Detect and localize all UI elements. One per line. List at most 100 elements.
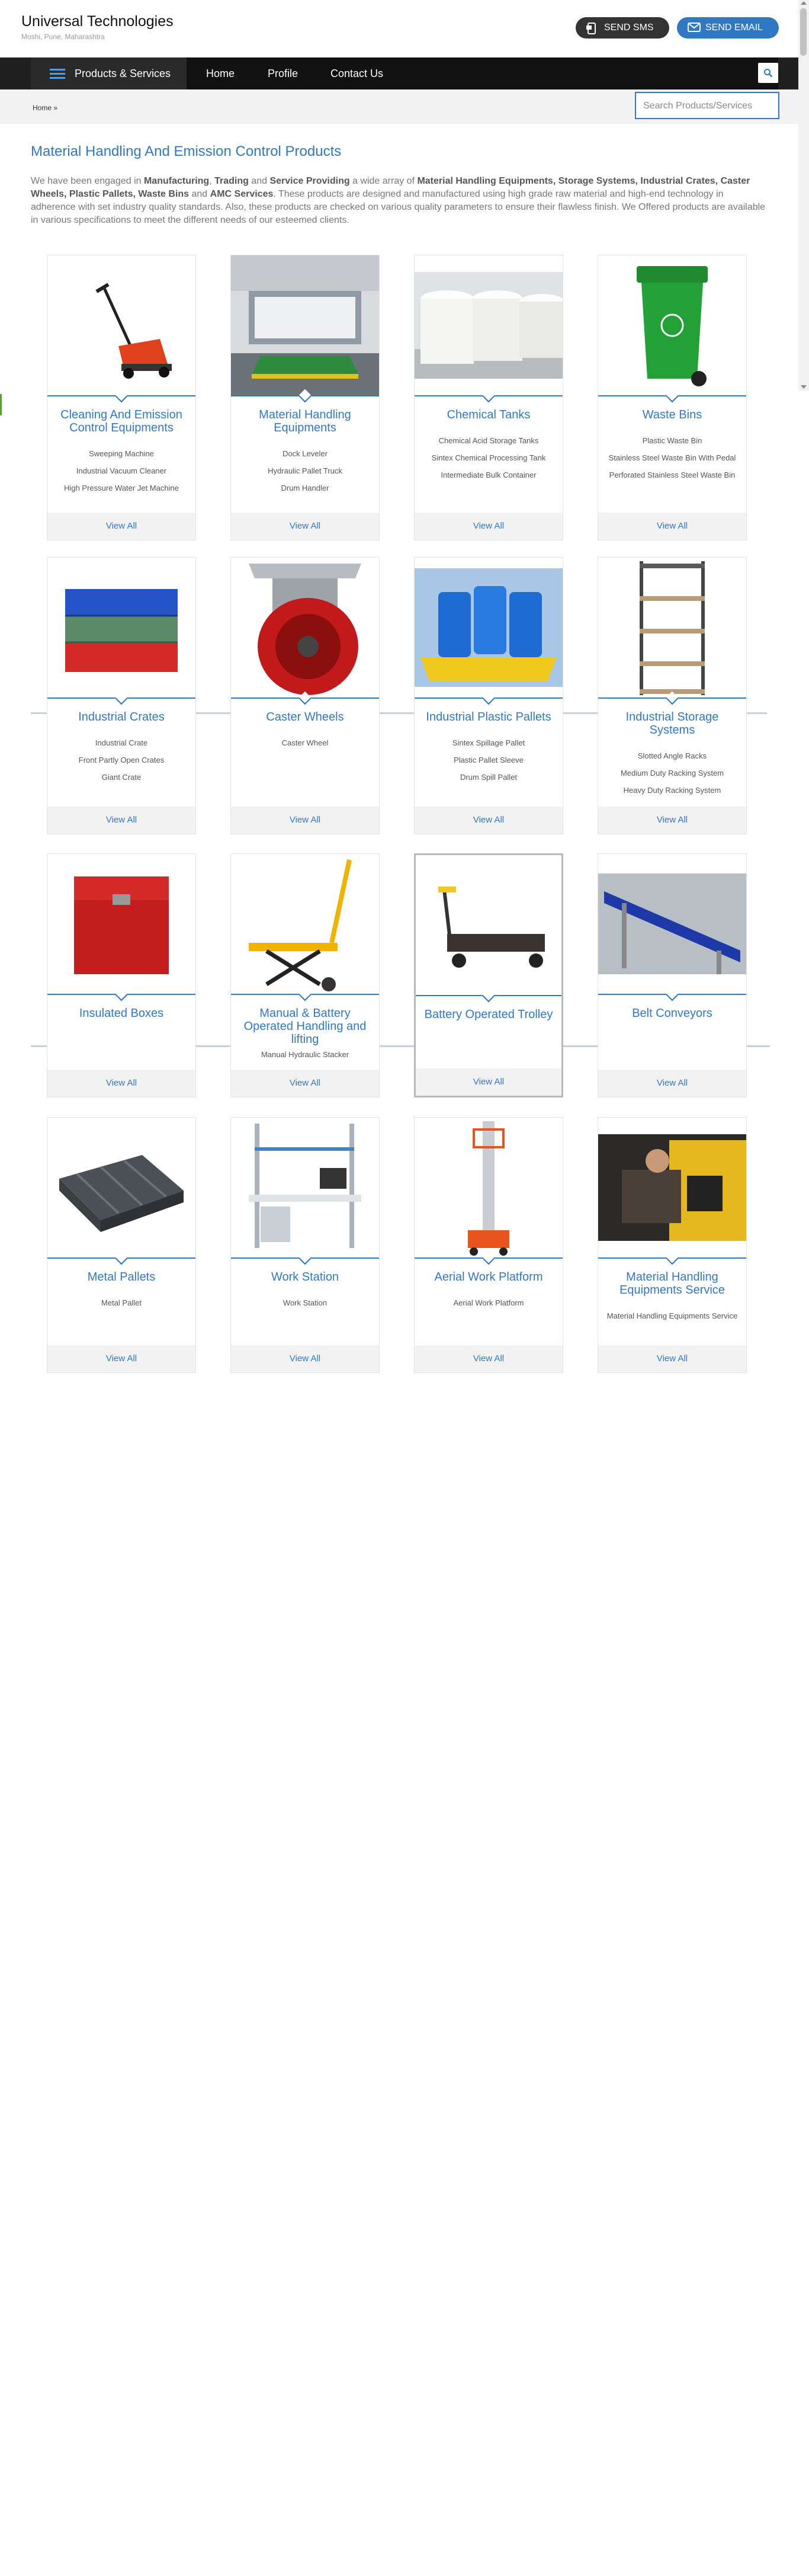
product-card[interactable]: Belt Conveyors View All — [598, 853, 747, 1097]
sub-product-link[interactable]: Stainless Steel Waste Bin With Pedal — [598, 449, 746, 466]
sub-product-link[interactable]: Heavy Duty Racking System — [598, 782, 746, 799]
trolley-image[interactable] — [416, 855, 561, 1003]
search-input[interactable] — [642, 100, 775, 112]
plastic-pallet-image[interactable] — [415, 558, 563, 705]
view-all-button[interactable]: View All — [598, 807, 746, 834]
sub-product-link[interactable]: Aerial Work Platform — [415, 1294, 563, 1311]
sub-product-link[interactable]: Metal Pallet — [47, 1294, 195, 1311]
hamburger-icon — [50, 66, 65, 81]
sub-product-link[interactable]: Giant Crate — [47, 769, 195, 786]
caster-wheel-image[interactable] — [231, 558, 379, 705]
sub-product-link[interactable]: Plastic Waste Bin — [598, 432, 746, 449]
side-marker — [0, 394, 2, 415]
sub-product-link[interactable]: Hydraulic Pallet Truck — [231, 462, 379, 479]
sub-product-link[interactable]: Sintex Spillage Pallet — [415, 734, 563, 751]
view-all-button[interactable]: View All — [598, 1070, 746, 1097]
sub-product-link[interactable]: Plastic Pallet Sleeve — [415, 751, 563, 769]
nav-home[interactable]: Home — [206, 57, 235, 89]
view-all-button[interactable]: View All — [598, 513, 746, 540]
view-all-button[interactable]: View All — [47, 513, 195, 540]
product-card[interactable]: Waste Bins Plastic Waste Bin Stainless S… — [598, 255, 747, 540]
dock-leveler-image[interactable] — [231, 255, 379, 403]
scroll-down-arrow-icon[interactable] — [801, 385, 807, 389]
insulated-box-image[interactable] — [47, 854, 195, 1001]
product-card[interactable]: Caster Wheels Caster Wheel View All — [230, 557, 380, 834]
sub-product-link[interactable]: Sintex Chemical Processing Tank — [415, 449, 563, 466]
page-scrollbar[interactable] — [798, 0, 809, 391]
workstation-image[interactable] — [231, 1118, 379, 1265]
view-all-button[interactable]: View All — [231, 807, 379, 834]
view-all-button[interactable]: View All — [598, 1345, 746, 1372]
scissor-lift-image[interactable] — [231, 854, 379, 1001]
sub-product-link[interactable]: Perforated Stainless Steel Waste Bin — [598, 466, 746, 484]
view-all-button[interactable]: View All — [231, 1070, 379, 1097]
sub-product-link[interactable]: Slotted Angle Racks — [598, 747, 746, 764]
product-card[interactable]: Material Handling Equipments Dock Levele… — [230, 255, 380, 540]
sub-product-link[interactable]: Dock Leveler — [231, 445, 379, 462]
nav-profile[interactable]: Profile — [268, 57, 298, 89]
scroll-up-arrow-icon[interactable] — [801, 1, 807, 5]
nav-contact-us[interactable]: Contact Us — [330, 57, 383, 89]
view-all-button[interactable]: View All — [415, 1345, 563, 1372]
product-card[interactable]: Chemical Tanks Chemical Acid Storage Tan… — [414, 255, 563, 540]
brand-name[interactable]: Universal Technologies — [21, 13, 174, 30]
aerial-platform-image[interactable] — [415, 1118, 563, 1265]
sub-product-link[interactable]: Industrial Vacuum Cleaner — [47, 462, 195, 479]
product-search[interactable] — [635, 92, 779, 119]
view-all-button[interactable]: View All — [415, 807, 563, 834]
service-image[interactable] — [598, 1118, 746, 1265]
send-email-button[interactable]: SEND EMAIL — [677, 17, 779, 39]
sub-product-link[interactable]: Industrial Crate — [47, 734, 195, 751]
brand[interactable]: Universal Technologies Moshi, Pune, Maha… — [21, 13, 174, 41]
sub-product-link[interactable]: Front Partly Open Crates — [47, 751, 195, 769]
product-card[interactable]: Manual & Battery Operated Handling and l… — [230, 853, 380, 1097]
product-card[interactable]: Battery Operated Trolley View All — [414, 853, 563, 1097]
product-card[interactable]: Aerial Work Platform Aerial Work Platfor… — [414, 1117, 563, 1373]
product-card[interactable]: Metal Pallets Metal Pallet View All — [47, 1117, 196, 1373]
sub-product-link[interactable]: Chemical Acid Storage Tanks — [415, 432, 563, 449]
waste-bin-image[interactable] — [598, 255, 746, 403]
sub-product-link[interactable]: Medium Duty Racking System — [598, 764, 746, 782]
sub-product-link[interactable]: Manual Hydraulic Stacker — [231, 1046, 379, 1063]
product-card[interactable]: Industrial Storage Systems Slotted Angle… — [598, 557, 747, 834]
sub-product-link[interactable]: Drum Handler — [231, 479, 379, 497]
sweeper-image[interactable] — [47, 255, 195, 403]
sub-product-link[interactable]: Material Handling Equipments Service — [598, 1307, 746, 1324]
metal-pallet-image[interactable] — [47, 1118, 195, 1265]
intro-paragraph: We have been engaged in Manufacturing, T… — [31, 176, 766, 225]
product-card[interactable]: Insulated Boxes View All — [47, 853, 196, 1097]
view-all-button[interactable]: View All — [47, 1070, 195, 1097]
product-card[interactable]: Industrial Plastic Pallets Sintex Spilla… — [414, 557, 563, 834]
product-title[interactable]: Manual & Battery Operated Handling and l… — [231, 995, 379, 1046]
nav-inner: Products & Services Home Profile Contact… — [31, 57, 778, 89]
product-card[interactable]: Industrial Crates Industrial Crate Front… — [47, 557, 196, 834]
product-card[interactable]: Cleaning And Emission Control Equipments… — [47, 255, 196, 540]
sub-product-link[interactable]: Caster Wheel — [231, 734, 379, 751]
view-all-button[interactable]: View All — [47, 1345, 195, 1372]
sub-product-link[interactable]: Intermediate Bulk Container — [415, 466, 563, 484]
sub-product-link[interactable]: Sweeping Machine — [47, 445, 195, 462]
sub-product-link[interactable]: Work Station — [231, 1294, 379, 1311]
nav-products-services[interactable]: Products & Services — [31, 57, 187, 89]
view-all-button[interactable]: View All — [231, 513, 379, 540]
product-card[interactable]: Material Handling Equipments Service Mat… — [598, 1117, 747, 1373]
scrollbar-thumb[interactable] — [800, 8, 807, 56]
email-icon — [688, 23, 701, 33]
page-title: Material Handling And Emission Control P… — [31, 143, 342, 159]
storage-rack-image[interactable] — [598, 558, 746, 705]
nav-products-label: Products & Services — [75, 67, 171, 79]
sub-product-link[interactable]: High Pressure Water Jet Machine — [47, 479, 195, 497]
conveyor-image[interactable] — [598, 854, 746, 1001]
sms-icon — [586, 23, 598, 34]
chemical-tank-image[interactable] — [415, 255, 563, 403]
view-all-button[interactable]: View All — [47, 807, 195, 834]
product-card[interactable]: Work Station Work Station View All — [230, 1117, 380, 1373]
crates-image[interactable] — [47, 558, 195, 705]
nav-search-button[interactable] — [758, 63, 778, 83]
breadcrumb-home[interactable]: Home » — [33, 104, 57, 112]
view-all-button[interactable]: View All — [415, 513, 563, 540]
send-sms-button[interactable]: SEND SMS — [576, 17, 669, 39]
view-all-button[interactable]: View All — [231, 1345, 379, 1372]
sub-product-link[interactable]: Drum Spill Pallet — [415, 769, 563, 786]
view-all-button[interactable]: View All — [416, 1068, 561, 1096]
